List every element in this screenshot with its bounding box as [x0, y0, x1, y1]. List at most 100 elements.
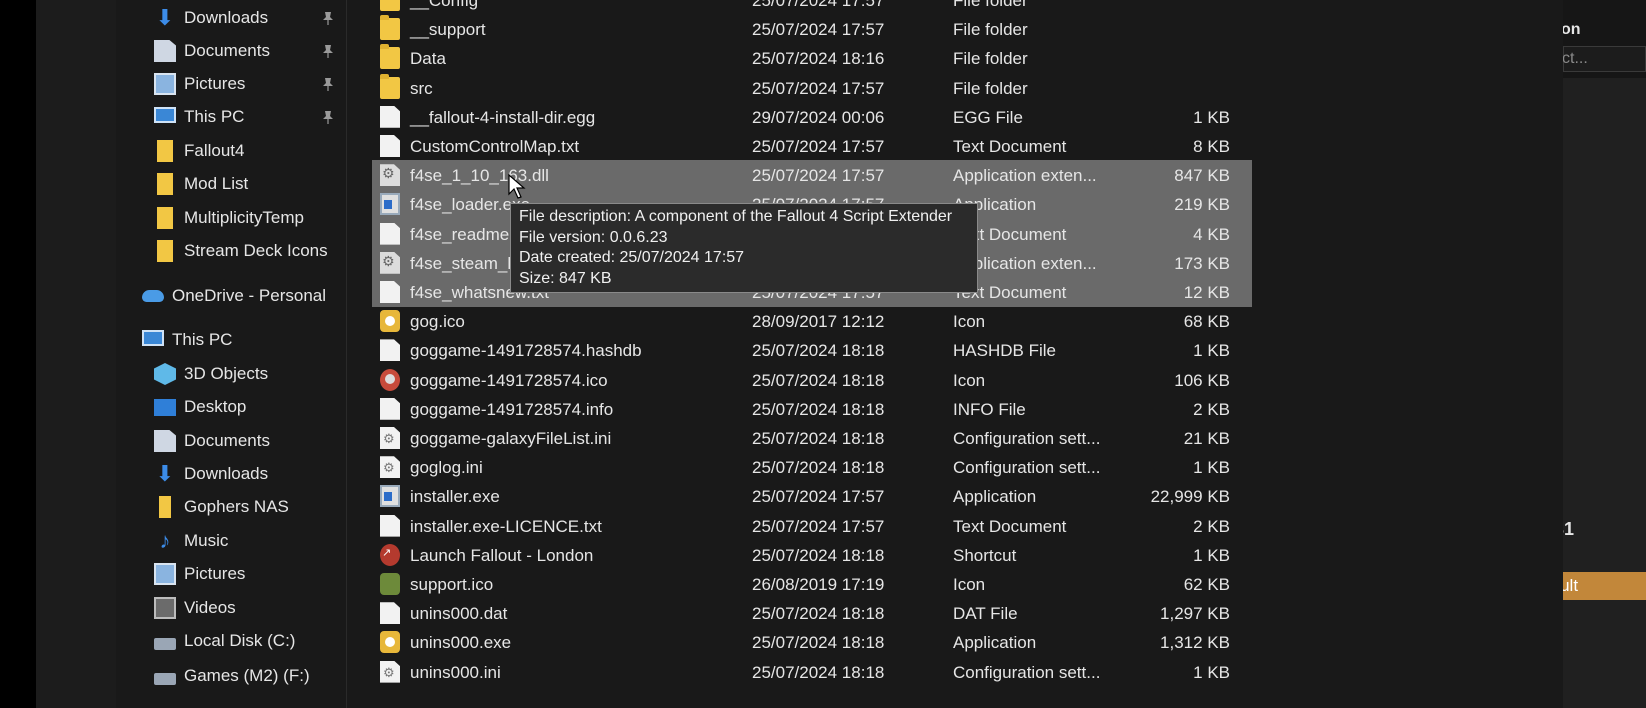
support-icon-file-icon [380, 573, 400, 595]
file-size: 8 KB [1193, 137, 1230, 156]
file-icon [380, 602, 400, 625]
nav-item-label: MultiplicityTemp [184, 208, 304, 227]
file-row[interactable]: Launch Fallout - London 25/07/2024 18:18 S… [372, 540, 1252, 570]
nav-item[interactable]: Fallout4 [154, 135, 244, 167]
file-size: 1 KB [1193, 662, 1230, 682]
file-date-modified: 25/07/2024 18:18 [752, 662, 885, 682]
nav-item-label: Documents [184, 41, 270, 60]
file-name: f4se_1_10_163.dll [410, 166, 549, 186]
file-size: 1,297 KB [1160, 604, 1230, 624]
file-row[interactable]: support.ico 26/08/2019 17:19 Icon 62 KB [372, 569, 1252, 599]
pin-icon[interactable] [322, 11, 334, 25]
exe-file-icon [380, 485, 400, 508]
file-row[interactable]: unins000.exe 25/07/2024 18:18 Application 1… [372, 627, 1252, 657]
tooltip-size: Size: 847 KB [519, 269, 612, 287]
file-date-modified: 25/07/2024 17:57 [752, 20, 885, 40]
nav-item-label: Videos [184, 598, 236, 617]
config-file-icon [380, 427, 400, 449]
nav-item[interactable]: Local Disk (C:) [154, 625, 295, 657]
file-name: __Config [410, 0, 479, 10]
text-file-icon [380, 281, 400, 303]
file-date-modified: 25/07/2024 17:57 [752, 78, 885, 98]
file-type: File folder [953, 0, 1028, 10]
nav-item[interactable]: Pictures [154, 558, 245, 590]
file-name: unins000.exe [410, 633, 512, 653]
nav-item[interactable]: Gophers NAS [154, 491, 289, 523]
disk-drive-icon [154, 638, 176, 650]
nav-item[interactable]: Mod List [154, 168, 248, 200]
file-date-modified: 25/07/2024 17:57 [752, 166, 885, 186]
nav-item-label: Local Disk (C:) [184, 631, 296, 650]
download-arrow-icon: ⬇ [155, 461, 175, 486]
nav-item[interactable]: Desktop [154, 391, 246, 423]
pin-icon[interactable] [322, 110, 334, 124]
nav-item[interactable]: OneDrive - Personal [142, 280, 326, 312]
nav-item-label: Music [184, 531, 229, 550]
file-list[interactable]: __Config 25/07/2024 17:57 File folder __sup… [347, 0, 1563, 708]
right-panel-search-input[interactable]: ct... [1563, 46, 1646, 72]
file-type: Text Document [953, 137, 1067, 156]
file-row[interactable]: __fallout-4-install-dir.egg 29/07/2024 00… [372, 102, 1252, 132]
file-row[interactable]: CustomControlMap.txt 25/07/2024 17:57 Text… [372, 131, 1252, 161]
file-tooltip: File description: A component of the Fal… [510, 203, 978, 293]
file-icon [380, 339, 400, 362]
file-size: 68 KB [1183, 312, 1230, 332]
file-row[interactable]: Data 25/07/2024 18:16 File folder [372, 43, 1252, 73]
file-row[interactable]: goggame-1491728574.ico 25/07/2024 18:18 Ic… [372, 365, 1252, 395]
nav-item[interactable]: This PC [154, 101, 244, 133]
nav-item[interactable]: 3D Objects [154, 358, 268, 390]
window-left-edge [36, 0, 116, 708]
file-size: 4 KB [1193, 224, 1230, 244]
file-row[interactable]: unins000.dat 25/07/2024 18:18 DAT File 1,29… [372, 598, 1252, 628]
file-type: Icon [953, 575, 986, 594]
file-row[interactable]: goglog.ini 25/07/2024 18:18 Configuration … [372, 452, 1252, 482]
file-row[interactable]: __Config 25/07/2024 17:57 File folder [372, 0, 1252, 15]
pin-icon[interactable] [322, 77, 334, 91]
document-icon [154, 430, 176, 452]
file-row[interactable]: __support 25/07/2024 17:57 File folder [372, 14, 1252, 44]
file-name: goggame-1491728574.ico [410, 370, 608, 390]
file-row[interactable]: goggame-1491728574.info 25/07/2024 18:18 I… [372, 394, 1252, 424]
file-row[interactable]: f4se_1_10_163.dll 25/07/2024 17:57 Applica… [372, 160, 1252, 191]
right-panel-input-placeholder: ct... [1563, 50, 1588, 67]
config-file-icon [380, 660, 400, 683]
nav-item-label: Games (M2) (F:) [184, 666, 310, 685]
file-row[interactable]: installer.exe-LICENCE.txt 25/07/2024 17:5… [372, 511, 1252, 541]
nav-item[interactable]: MultiplicityTemp [154, 202, 304, 234]
file-row[interactable]: gog.ico 28/09/2017 12:12 Icon 68 KB [372, 306, 1252, 336]
navigation-pane[interactable]: ⬇ Downloads Documents Pictures This PC Fallou… [116, 0, 347, 708]
nav-item[interactable]: Pictures [154, 68, 245, 100]
file-row[interactable]: src 25/07/2024 17:57 File folder [372, 73, 1252, 103]
this-pc-icon [142, 330, 164, 346]
nav-item[interactable]: ⬇ Downloads [154, 2, 268, 34]
file-type: Text Document [953, 516, 1067, 536]
nav-item[interactable]: Stream Deck Icons [154, 235, 328, 267]
file-date-modified: 25/07/2024 18:18 [752, 633, 885, 653]
right-panel-header: on [1563, 21, 1581, 38]
file-type: File folder [953, 20, 1028, 40]
right-panel-version-badge: .23 (default [1563, 572, 1646, 600]
file-row[interactable]: goggame-galaxyFileList.ini 25/07/2024 18:… [372, 423, 1252, 453]
dll-file-icon [380, 164, 400, 187]
file-row[interactable]: goggame-1491728574.hashdb 25/07/2024 18:1… [372, 335, 1252, 365]
mouse-cursor-icon [508, 174, 526, 199]
file-name: Launch Fallout - London [410, 545, 594, 565]
nav-item[interactable]: Documents [154, 425, 270, 457]
nav-item[interactable]: This PC [142, 324, 232, 356]
nav-item[interactable]: Games (M2) (F:) [154, 660, 310, 692]
nav-item[interactable]: ⬇ Downloads [154, 458, 268, 490]
document-icon [154, 40, 176, 62]
file-size: 2 KB [1193, 516, 1230, 536]
file-name: CustomControlMap.txt [410, 137, 580, 156]
pin-icon[interactable] [322, 44, 334, 58]
file-row[interactable]: unins000.ini 25/07/2024 18:18 Configuratio… [372, 657, 1252, 687]
file-type: Shortcut [953, 545, 1017, 565]
nav-item[interactable]: Documents [154, 35, 270, 67]
file-row[interactable]: installer.exe 25/07/2024 17:57 Application… [372, 481, 1252, 511]
file-date-modified: 25/07/2024 18:16 [752, 49, 885, 69]
side-application-panel: on ct... 2.31 .23 (default [1563, 0, 1646, 708]
file-name: installer.exe-LICENCE.txt [410, 516, 602, 536]
nav-item[interactable]: Videos [154, 592, 236, 624]
disk-drive-icon [154, 673, 176, 685]
nav-item[interactable]: ♪ Music [154, 525, 229, 557]
